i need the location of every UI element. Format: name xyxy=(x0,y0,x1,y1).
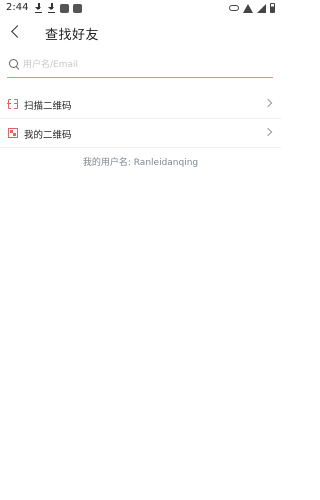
search-input[interactable] xyxy=(23,57,263,73)
status-time: 2:44 xyxy=(6,2,29,13)
app-header: 查找好友 xyxy=(0,20,281,46)
battery-icon xyxy=(270,3,275,13)
cell-signal-icon xyxy=(257,3,266,13)
back-button[interactable] xyxy=(6,22,26,42)
app-square-icon xyxy=(73,3,82,13)
download-icon xyxy=(34,3,43,13)
status-bar: 2:44 xyxy=(0,0,281,16)
chevron-right-icon xyxy=(263,127,273,137)
scan-icon xyxy=(7,98,18,109)
search-icon xyxy=(9,59,19,69)
chevron-right-icon xyxy=(263,98,273,108)
system-icons xyxy=(229,3,275,13)
download-icon xyxy=(47,3,56,13)
wifi-icon xyxy=(243,3,253,13)
my-qr-row[interactable]: 我的二维码 xyxy=(0,120,281,148)
qr-code-icon xyxy=(8,128,18,138)
link-icon xyxy=(229,5,239,11)
notification-icons xyxy=(34,3,82,13)
scan-qr-row[interactable]: 扫描二维码 xyxy=(0,91,281,119)
app-square-icon xyxy=(60,3,69,13)
my-username: 我的用户名: Ranleidanqing xyxy=(82,158,199,168)
search-bar xyxy=(7,56,273,78)
page-title: 查找好友 xyxy=(45,28,100,43)
scan-qr-label: 扫描二维码 xyxy=(24,101,72,112)
my-qr-label: 我的二维码 xyxy=(24,130,72,141)
